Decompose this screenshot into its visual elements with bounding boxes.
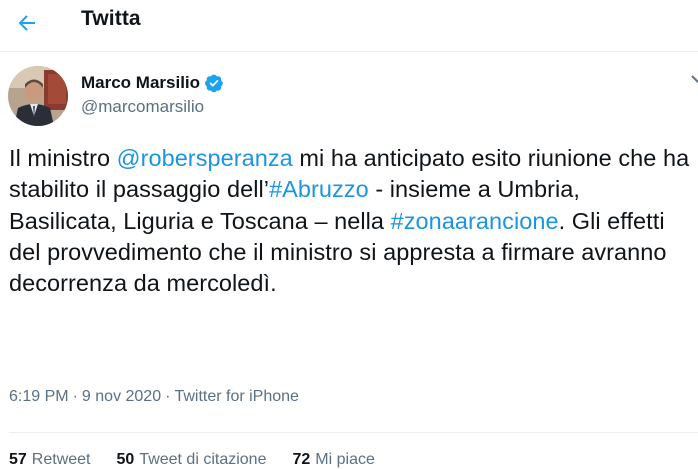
likes-stat[interactable]: 72 Mi piace (292, 451, 374, 469)
retweets-count: 57 (9, 451, 27, 468)
back-button[interactable] (10, 6, 44, 40)
quotes-stat[interactable]: 50 Tweet di citazione (117, 451, 267, 469)
header-bar: Twitta (0, 0, 698, 52)
meta-separator: · (72, 388, 78, 405)
divider (9, 432, 698, 433)
tweet-author: Marco Marsilio @marcomarsilio (0, 52, 698, 130)
avatar-photo (8, 66, 68, 126)
author-name-row[interactable]: Marco Marsilio (81, 73, 224, 93)
more-options-button[interactable] (678, 68, 698, 92)
hashtag-link-abruzzo[interactable]: #Abruzzo (269, 176, 369, 202)
tweet-time[interactable]: 6:19 PM (9, 388, 69, 406)
mention-link[interactable]: @robersperanza (117, 145, 293, 171)
author-handle[interactable]: @marcomarsilio (81, 97, 204, 117)
avatar[interactable] (8, 66, 68, 126)
likes-count: 72 (292, 451, 311, 468)
tweet-text-part: Il ministro (9, 145, 117, 171)
quotes-count: 50 (116, 451, 135, 468)
quotes-label: Tweet di citazione (139, 451, 267, 468)
retweets-stat[interactable]: 57 Retweet (9, 451, 91, 469)
tweet-meta: 6:19 PM · 9 nov 2020 · Twitter for iPhon… (9, 388, 299, 406)
page-title: Twitta (81, 7, 141, 30)
meta-separator: · (165, 388, 171, 405)
hashtag-link-zonaarancione[interactable]: #zonaarancione (391, 208, 559, 234)
chevron-down-icon (691, 75, 698, 84)
tweet-stats: 57 Retweet 50 Tweet di citazione 72 Mi p… (9, 451, 375, 469)
tweet-date[interactable]: 9 nov 2020 (82, 388, 161, 406)
tweet-text: Il ministro @robersperanza mi ha anticip… (9, 143, 694, 299)
verified-badge-icon (205, 74, 223, 93)
arrow-left-icon (18, 15, 35, 31)
tweet-source[interactable]: Twitter for iPhone (174, 388, 299, 406)
retweets-label: Retweet (31, 451, 91, 468)
author-display-name[interactable]: Marco Marsilio (81, 73, 200, 93)
likes-label: Mi piace (315, 451, 375, 468)
